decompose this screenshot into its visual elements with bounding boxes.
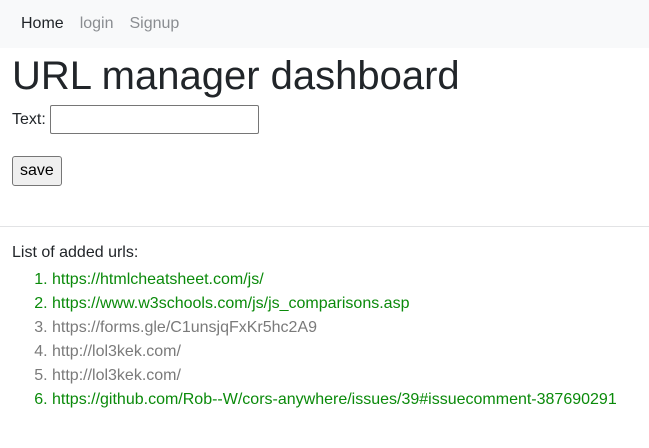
- url-text[interactable]: https://htmlcheatsheet.com/js/: [52, 271, 264, 288]
- navbar: Home login Signup: [0, 0, 649, 48]
- url-list: https://htmlcheatsheet.com/js/ https://w…: [0, 268, 649, 412]
- url-text[interactable]: https://github.com/Rob--W/cors-anywhere/…: [52, 391, 617, 408]
- url-text[interactable]: http://lol3kek.com/: [52, 367, 181, 384]
- nav-login-link[interactable]: login: [80, 16, 114, 32]
- nav-home-link[interactable]: Home: [21, 16, 64, 32]
- url-text[interactable]: https://www.w3schools.com/js/js_comparis…: [52, 295, 409, 312]
- url-list-item[interactable]: https://forms.gle/C1unsjqFxKr5hc2A9: [52, 316, 649, 340]
- url-list-item[interactable]: https://htmlcheatsheet.com/js/: [52, 268, 649, 292]
- save-button[interactable]: save: [12, 156, 62, 186]
- url-text[interactable]: https://forms.gle/C1unsjqFxKr5hc2A9: [52, 319, 317, 336]
- url-list-heading: List of added urls:: [12, 244, 139, 261]
- text-form-row: Text:: [12, 105, 649, 134]
- url-list-item[interactable]: https://github.com/Rob--W/cors-anywhere/…: [52, 388, 649, 412]
- text-input[interactable]: [49, 105, 259, 134]
- main-content: URL manager dashboard Text: save: [0, 52, 649, 186]
- url-list-item[interactable]: http://lol3kek.com/: [52, 340, 649, 364]
- url-text[interactable]: http://lol3kek.com/: [52, 343, 181, 360]
- url-list-item[interactable]: http://lol3kek.com/: [52, 364, 649, 388]
- text-label: Text:: [12, 110, 46, 128]
- divider: [0, 226, 649, 227]
- nav-signup-link[interactable]: Signup: [130, 16, 180, 32]
- url-list-item[interactable]: https://www.w3schools.com/js/js_comparis…: [52, 292, 649, 316]
- page-title: URL manager dashboard: [12, 54, 460, 98]
